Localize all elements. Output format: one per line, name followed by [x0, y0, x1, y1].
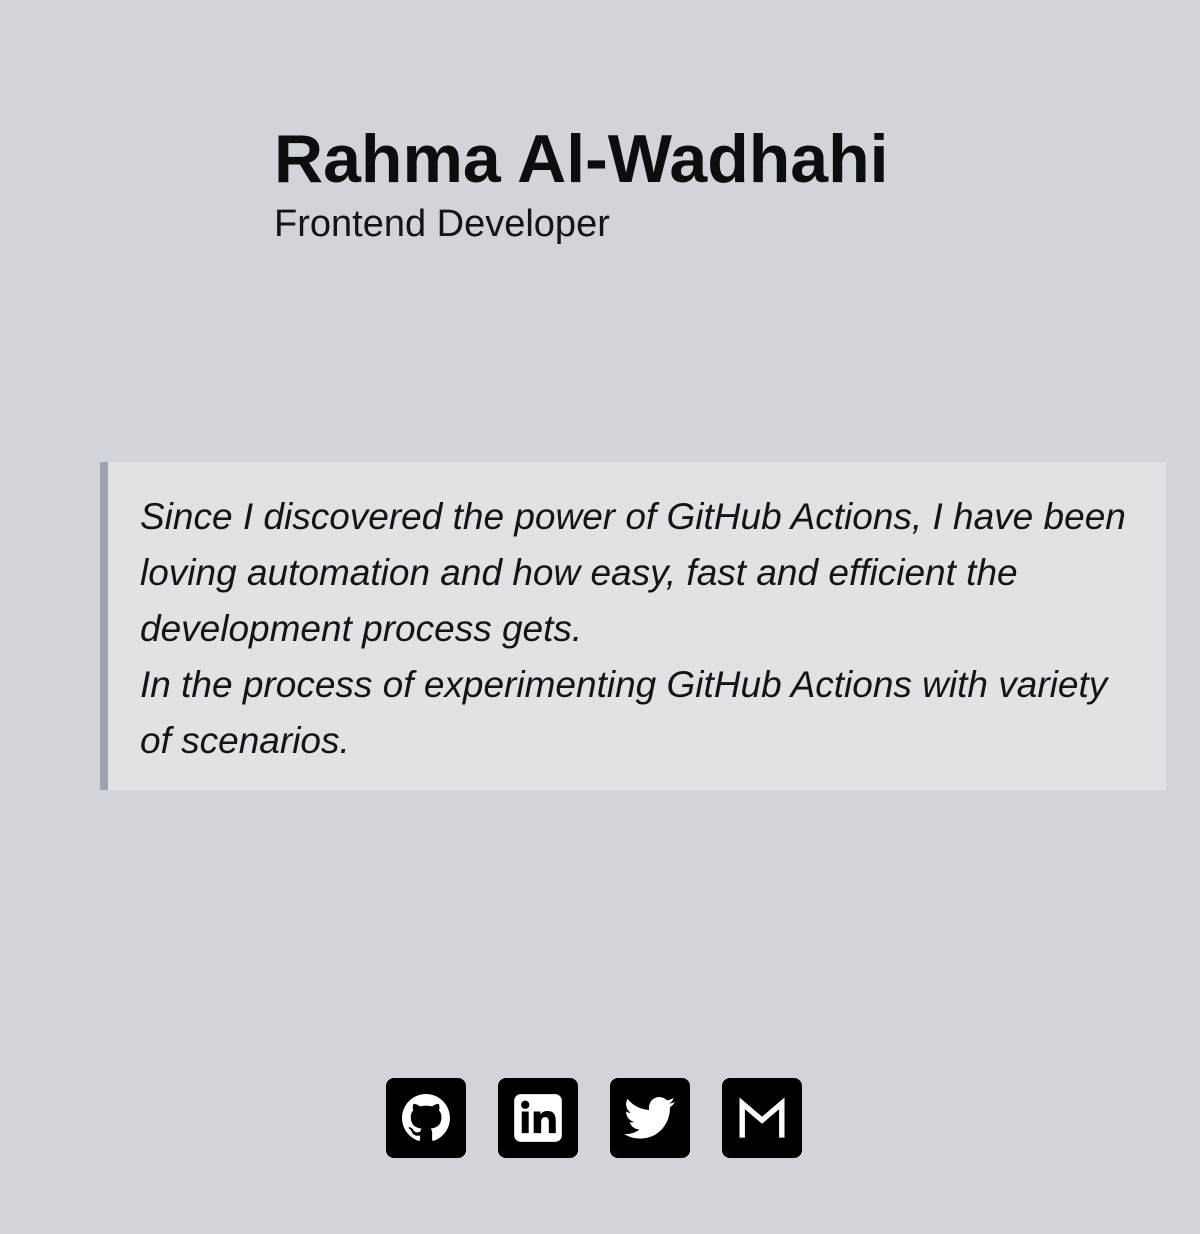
github-link[interactable]: [386, 1078, 466, 1158]
github-icon: [402, 1094, 450, 1141]
bio-quote: Since I discovered the power of GitHub A…: [100, 462, 1166, 790]
gmail-link[interactable]: [722, 1078, 802, 1158]
gmail-icon: [739, 1097, 785, 1138]
twitter-link[interactable]: [610, 1078, 690, 1158]
social-links: [386, 1078, 802, 1158]
bio-paragraph: In the process of experimenting GitHub A…: [140, 664, 1108, 761]
linkedin-link[interactable]: [498, 1078, 578, 1158]
twitter-icon: [624, 1097, 676, 1139]
bio-paragraph: Since I discovered the power of GitHub A…: [140, 496, 1126, 649]
profile-role: Frontend Developer: [274, 203, 610, 245]
profile-name: Rahma Al-Wadhahi: [274, 121, 889, 197]
profile-header: Rahma Al-Wadhahi Frontend Developer: [274, 118, 889, 248]
linkedin-icon: [514, 1094, 562, 1142]
